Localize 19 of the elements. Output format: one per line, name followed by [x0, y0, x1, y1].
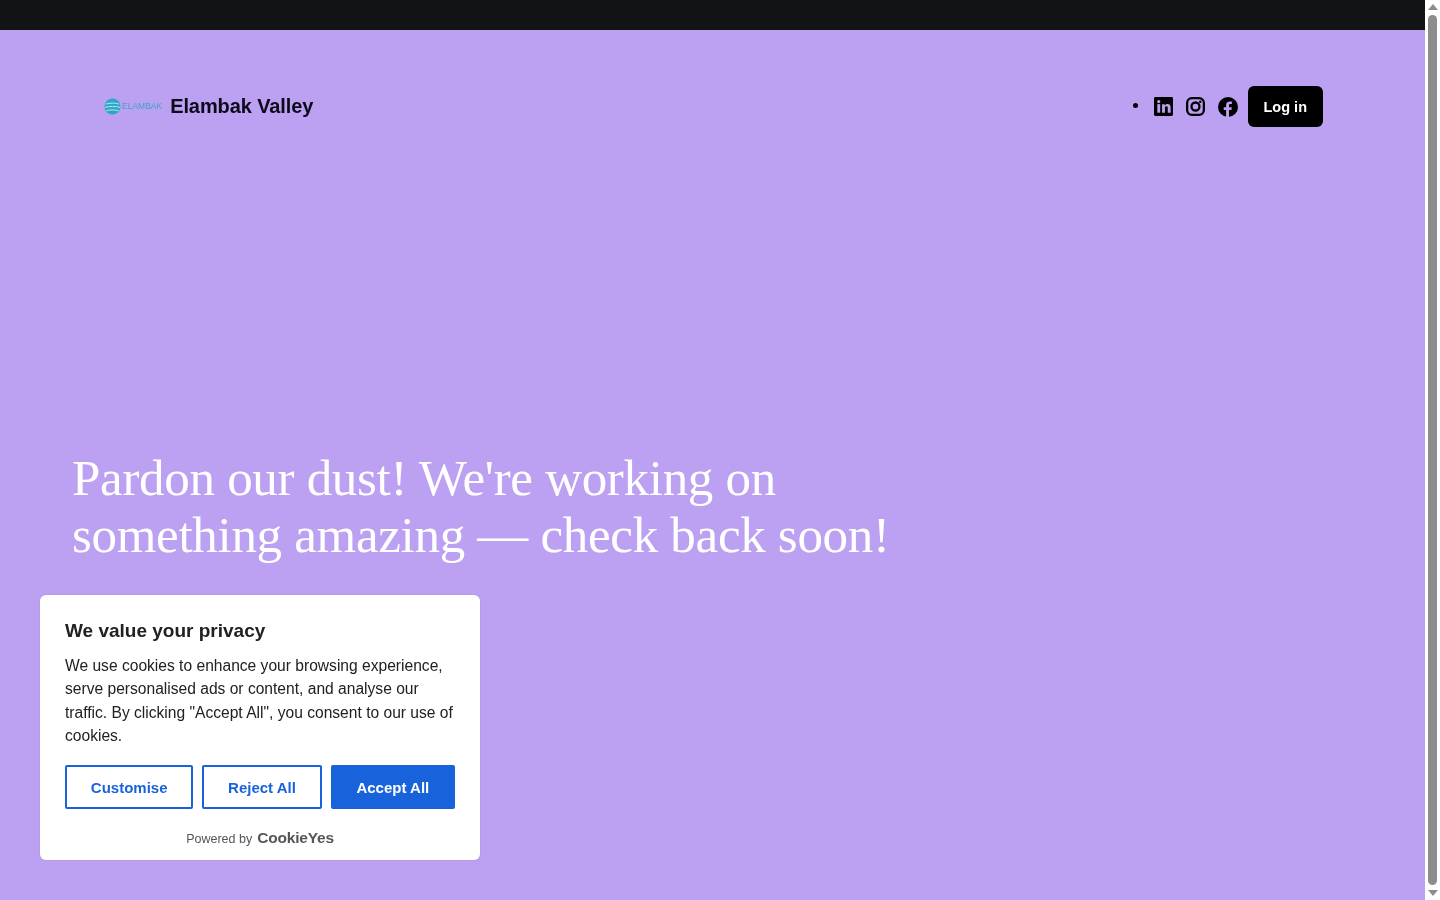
cookie-text: We use cookies to enhance your browsing experience, serve personalised ads or content, and analyse our traffic. By clicking "Accept All", you consent to our use of cookies. [65, 655, 454, 747]
cookie-title: We value your privacy [65, 618, 267, 643]
logo-icon [104, 98, 121, 115]
cookieyes-wordmark[interactable]: CookieYes [257, 829, 334, 847]
cookie-option-button[interactable]: Customise [65, 765, 194, 809]
hero-heading: Pardon our dust! We're working on something amazing — check back soon! [72, 450, 891, 564]
accept-button[interactable]: Accept All [330, 765, 455, 809]
instagram-icon[interactable] [1185, 97, 1205, 116]
scrollbar-thumb[interactable] [1428, 15, 1437, 885]
dot-icon [1132, 103, 1138, 108]
powered-by-text: Powered by [186, 832, 253, 846]
scroll-down-icon[interactable] [1427, 890, 1438, 896]
cookie-option-button[interactable]: Reject All [202, 765, 322, 809]
site-title[interactable]: Elambak Valley [170, 95, 314, 118]
scroll-up-icon[interactable] [1427, 4, 1438, 10]
linkedin-icon[interactable] [1153, 97, 1173, 116]
logo-wordmark: ELAMBAK [122, 102, 163, 111]
facebook-icon[interactable] [1217, 96, 1238, 117]
login-button[interactable]: Log in [1247, 86, 1323, 127]
